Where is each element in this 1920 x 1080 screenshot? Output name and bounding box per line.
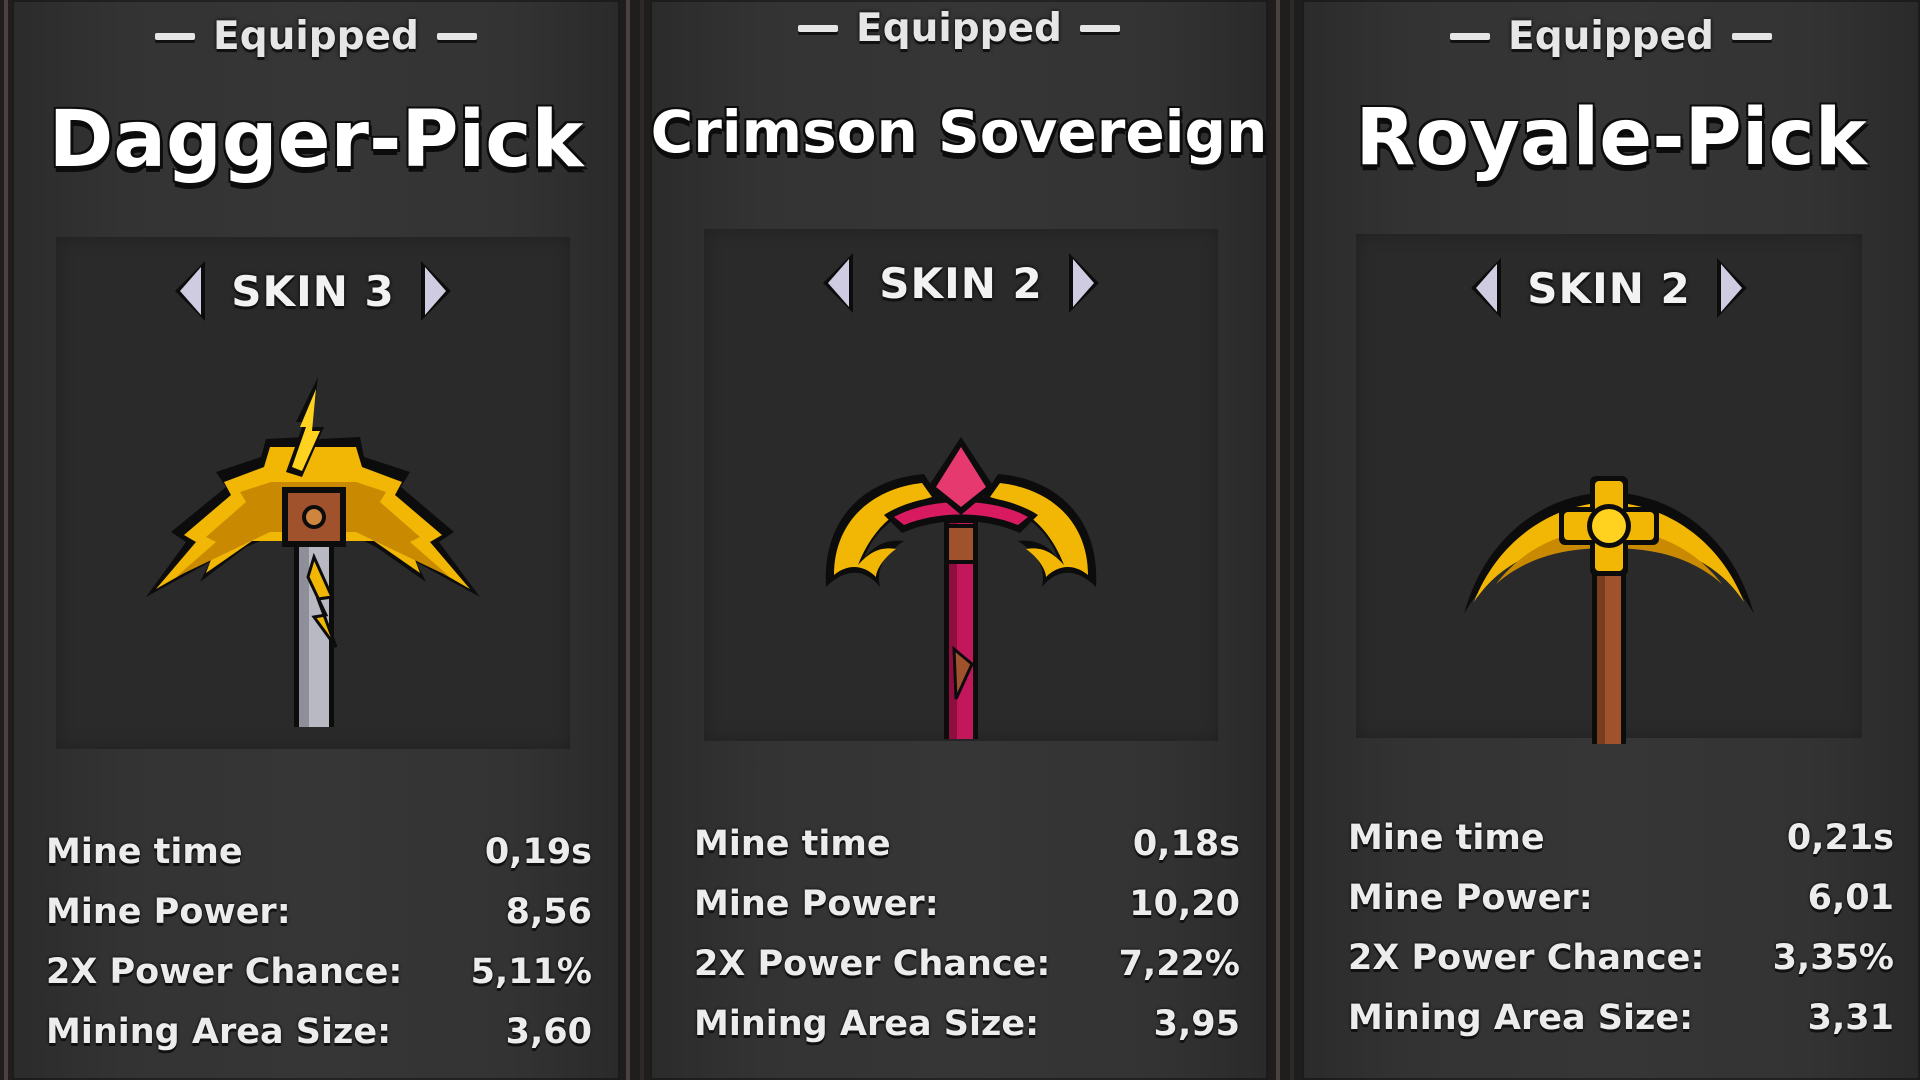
skin-prev-arrow-icon[interactable]: [171, 259, 209, 323]
equipped-label: Equipped: [856, 6, 1062, 51]
stats-panel: Mine time 0,19s Mine Power: 8,56 2X Power …: [46, 822, 592, 1062]
stat-label: Mining Area Size:: [694, 1004, 1040, 1044]
stat-value: 3,31: [1807, 998, 1894, 1038]
equipped-label: Equipped: [1508, 14, 1714, 59]
equipped-header: Equipped: [650, 6, 1268, 51]
pickaxe-name: Dagger-Pick: [48, 95, 584, 185]
stat-row: Mine time 0,18s: [694, 814, 1240, 874]
pickaxe-card-crimson-sovereign: Equipped Crimson Sovereign SKIN 2 Mine t…: [650, 0, 1268, 1080]
equipped-header: Equipped: [1302, 14, 1920, 59]
skin-selector: SKIN 2: [1356, 256, 1862, 320]
equipped-header: Equipped: [12, 14, 620, 59]
stat-row: Mining Area Size: 3,31: [1348, 988, 1894, 1048]
royal-golden-pickaxe-icon: [1464, 476, 1754, 744]
stat-row: Mine Power: 10,20: [694, 874, 1240, 934]
stats-panel: Mine time 0,21s Mine Power: 6,01 2X Power …: [1348, 808, 1894, 1048]
stat-row: Mining Area Size: 3,60: [46, 1002, 592, 1062]
skin-next-arrow-icon[interactable]: [417, 259, 455, 323]
dash-left: [1450, 33, 1491, 40]
lightning-pickaxe-icon: [146, 377, 480, 727]
stat-label: 2X Power Chance:: [1348, 938, 1705, 978]
stat-value: 7,22%: [1118, 944, 1240, 984]
pickaxe-card-royale-pick: Equipped Royale-Pick SKIN 2 Mine time 0,…: [1302, 0, 1920, 1080]
stat-value: 6,01: [1807, 878, 1894, 918]
pickaxe-card-dagger-pick: Equipped Dagger-Pick SKIN 3 Mine time 0,…: [12, 0, 620, 1080]
stat-row: Mine time 0,19s: [46, 822, 592, 882]
stat-label: Mining Area Size:: [1348, 998, 1694, 1038]
stat-value: 3,95: [1153, 1004, 1240, 1044]
dash-right: [436, 33, 477, 40]
stat-label: 2X Power Chance:: [694, 944, 1051, 984]
pickaxe-name: Royale-Pick: [1355, 93, 1867, 183]
stat-value: 0,19s: [484, 832, 592, 872]
left-edge: [0, 0, 12, 1080]
stat-label: Mining Area Size:: [46, 1012, 392, 1052]
stat-value: 10,20: [1129, 884, 1240, 924]
crimson-pickaxe-icon: [825, 437, 1097, 739]
pickaxe-preview: SKIN 3: [56, 237, 570, 749]
stat-value: 3,35%: [1772, 938, 1894, 978]
skin-next-arrow-icon[interactable]: [1713, 256, 1751, 320]
stat-value: 3,60: [505, 1012, 592, 1052]
stat-row: Mine Power: 6,01: [1348, 868, 1894, 928]
stat-row: Mine time 0,21s: [1348, 808, 1894, 868]
dash-left: [155, 33, 196, 40]
stat-row: 2X Power Chance: 3,35%: [1348, 928, 1894, 988]
stat-label: Mine time: [694, 824, 891, 864]
stat-row: Mining Area Size: 3,95: [694, 994, 1240, 1054]
equipped-label: Equipped: [213, 14, 419, 59]
card-separator-1: [620, 0, 650, 1080]
card-separator-2: [1268, 0, 1302, 1080]
stat-row: 2X Power Chance: 7,22%: [694, 934, 1240, 994]
skin-label: SKIN 3: [231, 266, 395, 316]
stat-label: 2X Power Chance:: [46, 952, 403, 992]
dash-left: [798, 25, 839, 32]
skin-selector: SKIN 2: [704, 251, 1218, 315]
stat-value: 0,21s: [1786, 818, 1894, 858]
stat-label: Mine time: [1348, 818, 1545, 858]
stat-label: Mine time: [46, 832, 243, 872]
stat-label: Mine Power:: [1348, 878, 1593, 918]
skin-selector: SKIN 3: [56, 259, 570, 323]
stat-value: 8,56: [505, 892, 592, 932]
dash-right: [1731, 33, 1772, 40]
stat-value: 5,11%: [470, 952, 592, 992]
pickaxe-name: Crimson Sovereign: [650, 98, 1268, 166]
stat-label: Mine Power:: [694, 884, 939, 924]
skin-prev-arrow-icon[interactable]: [1467, 256, 1505, 320]
skin-next-arrow-icon[interactable]: [1065, 251, 1103, 315]
stat-value: 0,18s: [1132, 824, 1240, 864]
stat-label: Mine Power:: [46, 892, 291, 932]
pickaxe-preview: SKIN 2: [704, 229, 1218, 741]
stat-row: Mine Power: 8,56: [46, 882, 592, 942]
skin-label: SKIN 2: [879, 258, 1043, 308]
pickaxe-preview: SKIN 2: [1356, 234, 1862, 744]
skin-label: SKIN 2: [1527, 263, 1691, 313]
stats-panel: Mine time 0,18s Mine Power: 10,20 2X Power…: [694, 814, 1240, 1054]
skin-prev-arrow-icon[interactable]: [819, 251, 857, 315]
dash-right: [1079, 25, 1120, 32]
stat-row: 2X Power Chance: 5,11%: [46, 942, 592, 1002]
